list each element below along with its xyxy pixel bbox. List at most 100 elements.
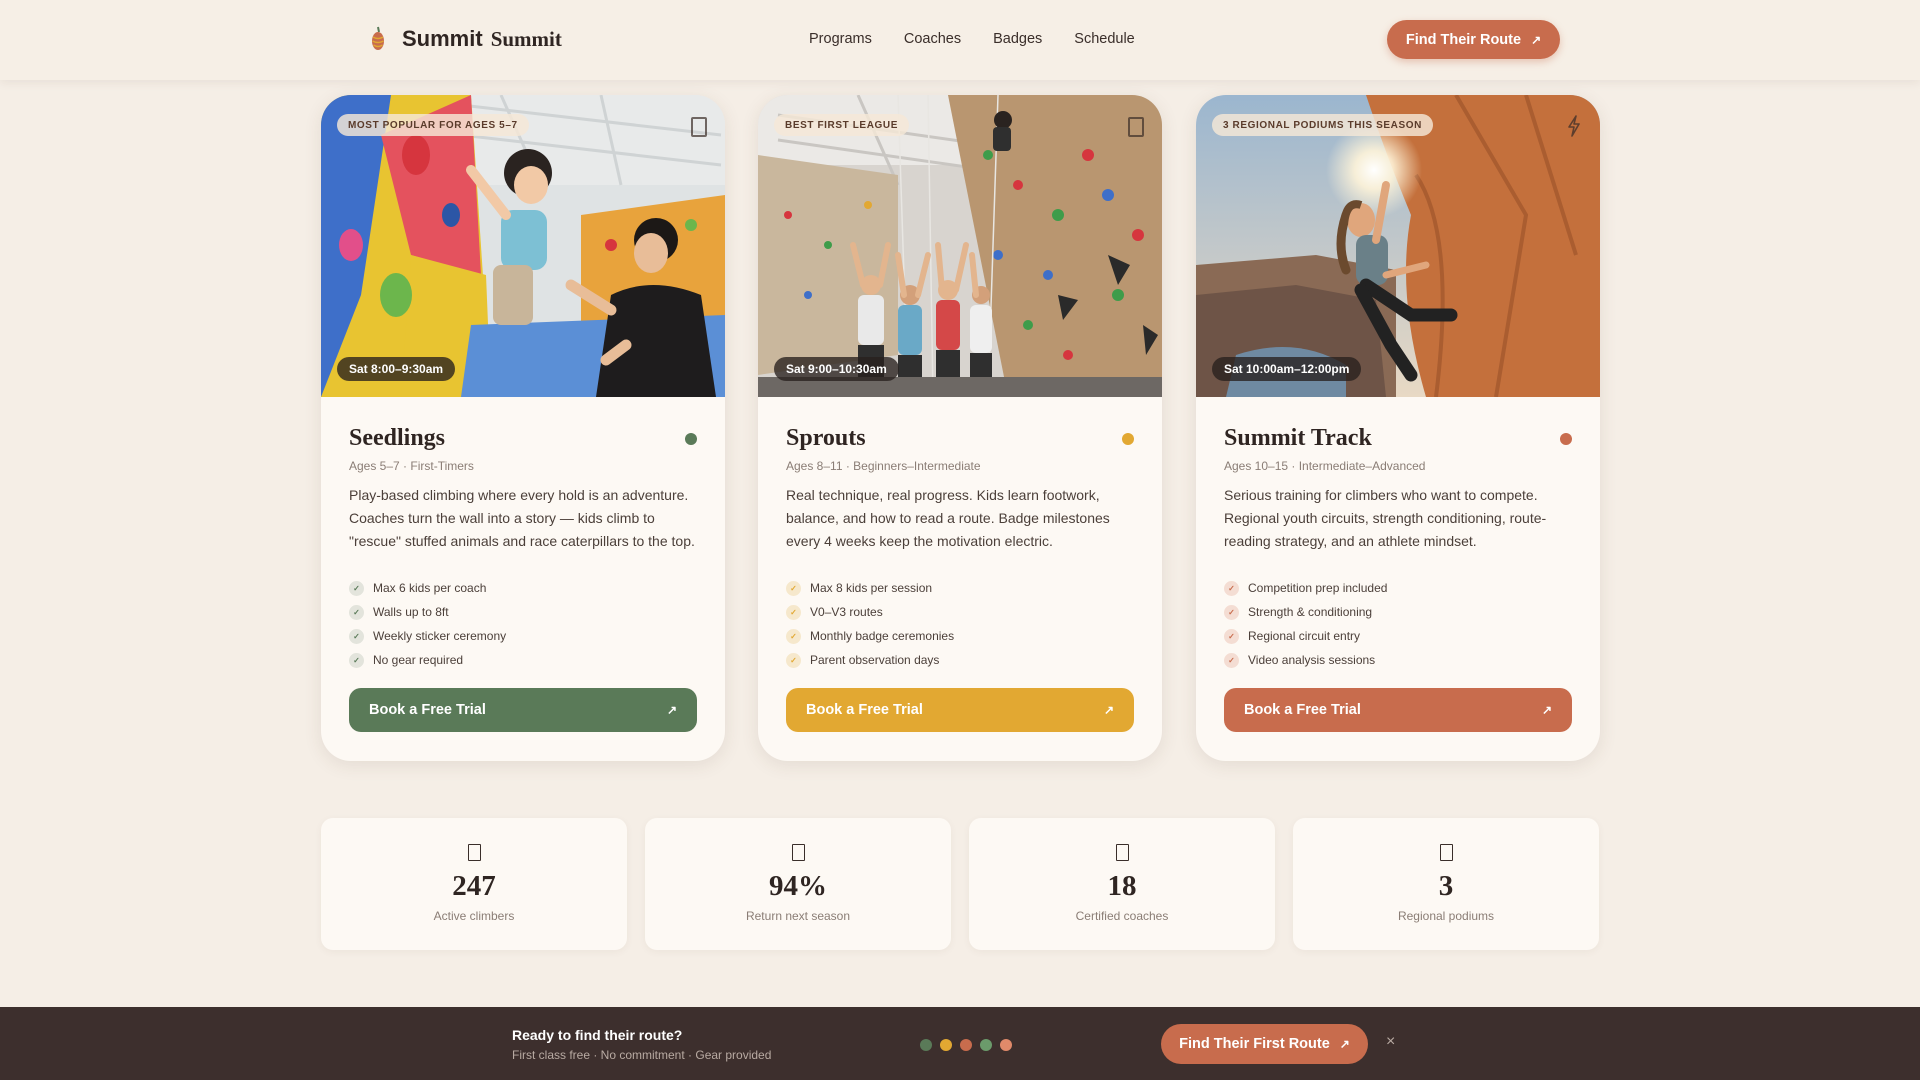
sticky-cta-bar: Ready to find their route? First class f… [0, 1007, 1920, 1080]
status-dot [685, 433, 697, 445]
nav-links: Programs Coaches Badges Schedule [809, 31, 1135, 47]
session-time: Sat 10:00am–12:00pm [1212, 357, 1362, 381]
session-time: Sat 9:00–10:30am [774, 357, 899, 381]
stat-value: 94% [769, 870, 827, 902]
nav-link-badges[interactable]: Badges [993, 31, 1042, 47]
dot [1000, 1039, 1012, 1051]
check-icon: ✓ [1224, 628, 1239, 644]
stat-card-podiums: 3 Regional podiums [1293, 818, 1599, 950]
program-card-sprouts: BEST FIRST LEAGUE Sat 9:00–10:30am Sprou… [758, 95, 1162, 761]
feature-label: Competition prep included [1248, 581, 1388, 595]
feature-label: Monthly badge ceremonies [810, 629, 955, 643]
program-photo: BEST FIRST LEAGUE Sat 9:00–10:30am [758, 95, 1162, 397]
feature-list: ✓ Max 6 kids per coach ✓ Walls up to 8ft ✓… [349, 576, 697, 672]
program-badge: MOST POPULAR FOR AGES 5–7 [337, 114, 529, 136]
bookmark-icon[interactable] [691, 117, 707, 137]
dot [980, 1039, 992, 1051]
program-badge: 3 REGIONAL PODIUMS THIS SEASON [1212, 114, 1433, 136]
program-badge: BEST FIRST LEAGUE [774, 114, 909, 136]
brand[interactable]: Summit Summit [368, 26, 562, 52]
stat-value: 247 [452, 870, 496, 902]
cta-bar-button-label: Find Their First Route [1179, 1036, 1330, 1052]
check-icon: ✓ [1224, 604, 1239, 620]
nav-link-programs[interactable]: Programs [809, 31, 872, 47]
cta-label: Book a Free Trial [1244, 702, 1361, 718]
session-time: Sat 8:00–9:30am [337, 357, 456, 381]
find-their-route-button[interactable]: Find Their Route ↗ [1387, 20, 1560, 59]
program-description: Serious training for climbers who want t… [1224, 487, 1547, 549]
find-first-route-button[interactable]: Find Their First Route ↗ [1161, 1024, 1368, 1064]
cta-label: Book a Free Trial [369, 702, 486, 718]
book-free-trial-button[interactable]: Book a Free Trial ↗ [349, 688, 697, 732]
program-title: Seedlings [349, 425, 446, 451]
nav-cta-label: Find Their Route [1405, 31, 1522, 48]
book-free-trial-button[interactable]: Book a Free Trial ↗ [1224, 688, 1572, 732]
cta-bar-text: Ready to find their route? First class f… [512, 1027, 771, 1062]
cta-label: Book a Free Trial [806, 702, 923, 718]
program-title: Summit Track [1224, 425, 1372, 451]
pinecone-logo-icon [372, 26, 384, 50]
program-photo: MOST POPULAR FOR AGES 5–7 Sat 8:00–9:30a… [321, 95, 725, 397]
feature-item: ✓ Parent observation days [786, 648, 1134, 672]
feature-label: Max 8 kids per session [810, 581, 933, 595]
program-subtitle: Ages 8–11 · Beginners–Intermediate [786, 459, 981, 473]
check-icon: ✓ [349, 580, 364, 596]
feature-label: Max 6 kids per coach [373, 581, 487, 595]
nav-link-schedule[interactable]: Schedule [1074, 31, 1134, 47]
arrow-up-right-icon: ↗ [1103, 703, 1114, 717]
feature-label: No gear required [373, 653, 464, 667]
book-free-trial-button[interactable]: Book a Free Trial ↗ [786, 688, 1134, 732]
stat-value: 3 [1438, 870, 1454, 902]
status-dot [1122, 433, 1134, 445]
dot [940, 1039, 952, 1051]
program-body: Sprouts Ages 8–11 · Beginners–Intermedia… [786, 425, 1134, 672]
program-subtitle: Ages 10–15 · Intermediate–Advanced [1224, 459, 1426, 473]
check-icon: ✓ [349, 652, 364, 668]
stat-icon [1439, 844, 1453, 861]
feature-label: Weekly sticker ceremony [373, 629, 507, 643]
feature-item: ✓ Monthly badge ceremonies [786, 624, 1134, 648]
program-description: Real technique, real progress. Kids lear… [786, 487, 1110, 549]
brand-name-serif: Summit [490, 26, 562, 51]
program-title: Sprouts [786, 425, 866, 451]
feature-item: ✓ Max 6 kids per coach [349, 576, 697, 600]
program-card-seedlings: MOST POPULAR FOR AGES 5–7 Sat 8:00–9:30a… [321, 95, 725, 761]
cta-bar-subtitle: First class free · No commitment · Gear … [512, 1048, 772, 1062]
feature-item: ✓ Strength & conditioning [1224, 600, 1572, 624]
check-icon: ✓ [786, 628, 801, 644]
close-icon[interactable]: × [1386, 1033, 1395, 1051]
cta-bar-title: Ready to find their route? [512, 1027, 683, 1043]
feature-list: ✓ Competition prep included ✓ Strength & c… [1224, 576, 1572, 672]
stat-card-coaches: 18 Certified coaches [969, 818, 1275, 950]
feature-list: ✓ Max 8 kids per session ✓ V0–V3 routes ✓ M… [786, 576, 1134, 672]
feature-item: ✓ No gear required [349, 648, 697, 672]
program-body: Summit Track Ages 10–15 · Intermediate–A… [1224, 425, 1572, 672]
feature-label: Video analysis sessions [1248, 653, 1376, 667]
brand-name: Summit [402, 26, 483, 51]
bolt-icon[interactable] [1566, 115, 1582, 137]
feature-item: ✓ Max 8 kids per session [786, 576, 1134, 600]
feature-label: Walls up to 8ft [373, 605, 449, 619]
dot [920, 1039, 932, 1051]
arrow-up-right-icon: ↗ [1339, 1037, 1350, 1051]
arrow-up-right-icon: ↗ [1541, 703, 1552, 717]
top-nav: Summit Summit Programs Coaches Badges Sc… [0, 0, 1920, 80]
check-icon: ✓ [349, 604, 364, 620]
feature-item: ✓ Walls up to 8ft [349, 600, 697, 624]
stat-icon [467, 844, 481, 861]
check-icon: ✓ [786, 604, 801, 620]
nav-link-coaches[interactable]: Coaches [904, 31, 961, 47]
feature-item: ✓ Competition prep included [1224, 576, 1572, 600]
stat-label: Return next season [745, 909, 851, 923]
dot [960, 1039, 972, 1051]
color-dots [920, 1039, 1012, 1051]
feature-item: ✓ V0–V3 routes [786, 600, 1134, 624]
stat-icon [791, 844, 805, 861]
stat-label: Certified coaches [1075, 909, 1169, 923]
program-photo: 3 REGIONAL PODIUMS THIS SEASON Sat 10:00… [1196, 95, 1600, 397]
stat-icon [1115, 844, 1129, 861]
feature-label: Strength & conditioning [1248, 605, 1373, 619]
program-card-summit-track: 3 REGIONAL PODIUMS THIS SEASON Sat 10:00… [1196, 95, 1600, 761]
stat-card-climbers: 247 Active climbers [321, 818, 627, 950]
bookmark-icon[interactable] [1128, 117, 1144, 137]
